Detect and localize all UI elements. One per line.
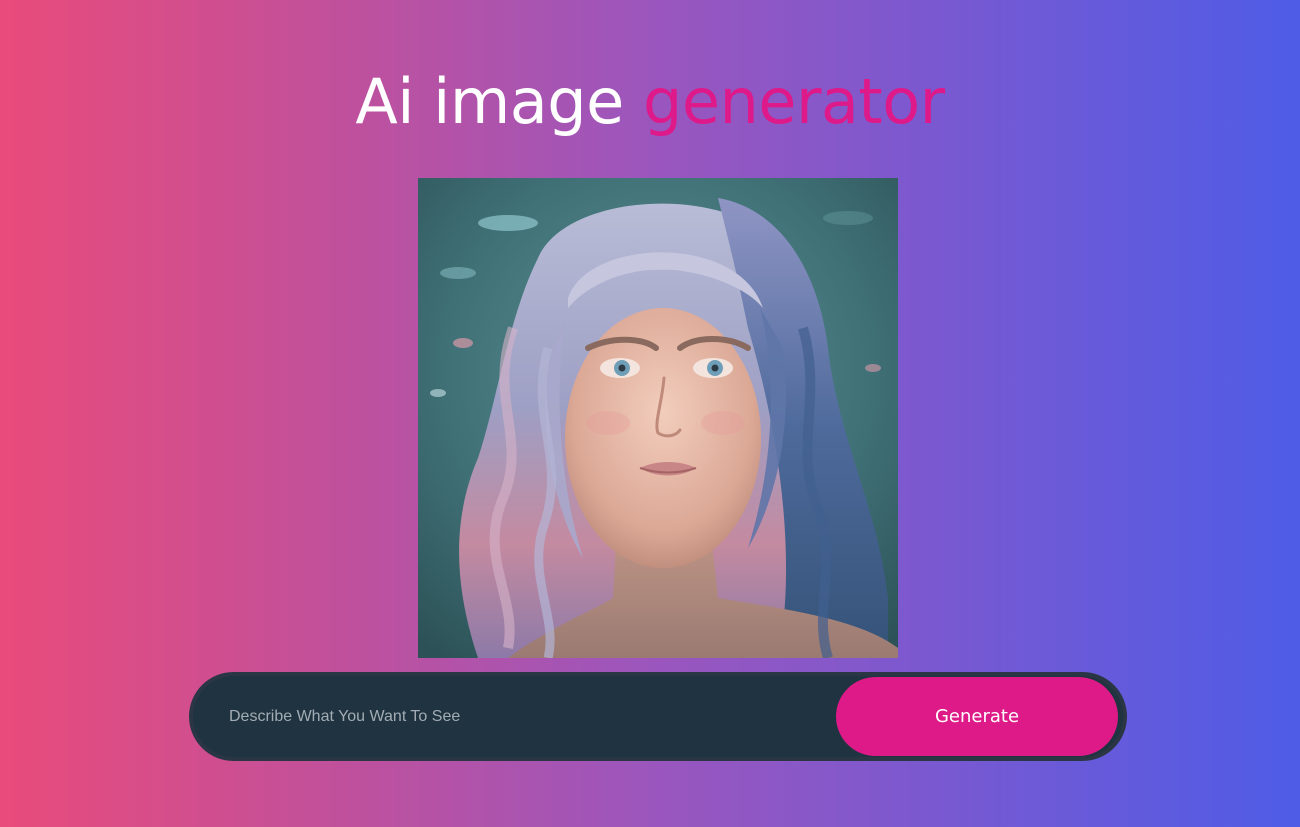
prompt-bar: Generate [189, 672, 1127, 761]
generated-image [418, 178, 898, 658]
title-accent-text: generator [643, 65, 945, 138]
generate-button[interactable]: Generate [836, 677, 1118, 756]
page-title: Ai image generator [0, 62, 1300, 142]
prompt-input[interactable] [229, 676, 829, 757]
title-main-text: Ai image [355, 65, 643, 138]
